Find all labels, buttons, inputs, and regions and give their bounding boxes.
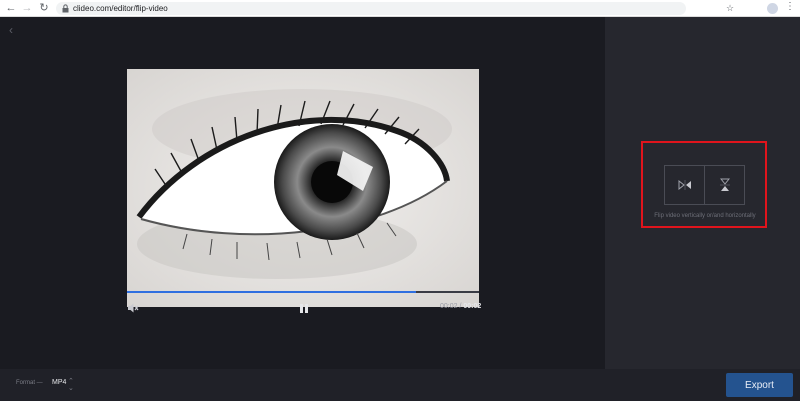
eye-sketch-image — [127, 69, 479, 307]
editor-area: ‹ 00:02 / 00:02 — [0, 17, 605, 369]
flip-options-panel: Flip video vertically or/and horizontall… — [605, 17, 800, 369]
format-select-arrows-icon[interactable]: ⌃ ⌄ — [68, 378, 74, 392]
browser-toolbar: ← → ↻ clideo.com/editor/flip-video ☆ ⋮ — [0, 0, 800, 17]
lock-icon — [62, 4, 69, 13]
flip-vertical-button[interactable] — [705, 166, 744, 204]
editor-back-icon[interactable]: ‹ — [9, 23, 13, 37]
flip-horizontal-button[interactable] — [665, 166, 705, 204]
export-button[interactable]: Export — [726, 373, 793, 397]
time-display: 00:02 / 00:02 — [440, 303, 481, 310]
url-text: clideo.com/editor/flip-video — [73, 4, 168, 13]
reload-icon[interactable]: ↻ — [37, 1, 51, 15]
editor-footer: Format — MP4 ⌃ ⌄ Export — [0, 369, 800, 401]
back-arrow-icon[interactable]: ← — [4, 1, 18, 15]
time-separator: / — [459, 303, 462, 310]
address-bar[interactable]: clideo.com/editor/flip-video ☆ — [56, 2, 734, 15]
current-time: 00:02 — [440, 303, 458, 310]
browser-menu-icon[interactable]: ⋮ — [785, 1, 795, 12]
flip-caption: Flip video vertically or/and horizontall… — [654, 213, 756, 219]
format-label: Format — — [16, 380, 43, 386]
mute-icon[interactable] — [127, 302, 139, 314]
video-preview — [127, 69, 479, 307]
video-progress-fill — [127, 291, 416, 293]
profile-avatar-icon[interactable] — [767, 3, 778, 14]
forward-arrow-icon[interactable]: → — [20, 1, 34, 15]
flip-horizontal-icon — [678, 180, 691, 190]
total-duration: 00:02 — [463, 303, 482, 310]
pause-icon[interactable] — [298, 303, 310, 314]
video-progress-bar[interactable] — [127, 291, 479, 293]
highlight-box: Flip video vertically or/and horizontall… — [641, 141, 767, 228]
flip-vertical-icon — [719, 178, 730, 191]
bookmark-star-icon[interactable]: ☆ — [726, 3, 734, 14]
format-select[interactable]: MP4 — [52, 379, 66, 386]
flip-button-group — [664, 165, 745, 205]
